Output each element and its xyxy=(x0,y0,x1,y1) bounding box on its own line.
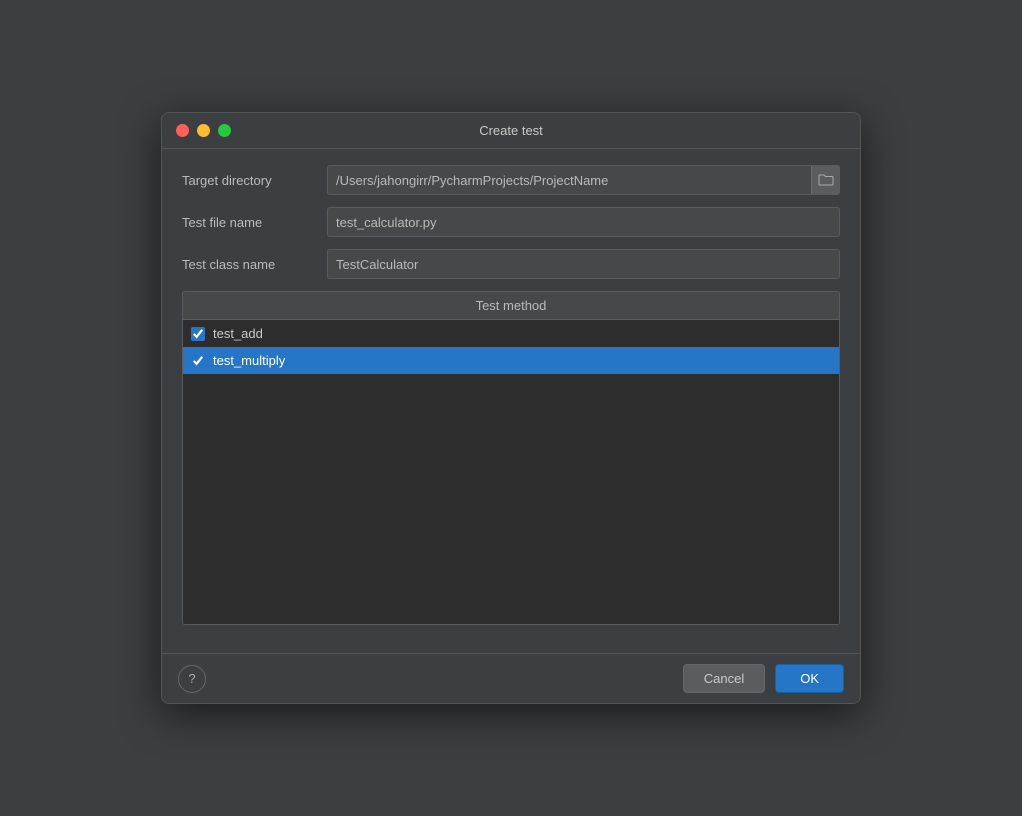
folder-icon xyxy=(818,174,834,186)
target-directory-label: Target directory xyxy=(182,173,327,188)
window-controls xyxy=(176,124,231,137)
cancel-button[interactable]: Cancel xyxy=(683,664,765,693)
test-method-section: Test method test_add test_multiply xyxy=(182,291,840,625)
test-add-label: test_add xyxy=(213,326,263,341)
test-class-name-input[interactable] xyxy=(328,250,839,278)
create-test-dialog: Create test Target directory Test file n… xyxy=(161,112,861,704)
minimize-button[interactable] xyxy=(197,124,210,137)
list-empty-space xyxy=(183,374,839,624)
test-class-name-input-wrapper xyxy=(327,249,840,279)
ok-button[interactable]: OK xyxy=(775,664,844,693)
help-button[interactable]: ? xyxy=(178,665,206,693)
footer-buttons: Cancel OK xyxy=(683,664,844,693)
dialog-title: Create test xyxy=(479,123,543,138)
test-class-name-row: Test class name xyxy=(182,249,840,279)
target-directory-input[interactable] xyxy=(328,166,811,194)
test-multiply-checkbox[interactable] xyxy=(191,354,205,368)
test-method-header: Test method xyxy=(183,292,839,320)
dialog-footer: ? Cancel OK xyxy=(162,653,860,703)
test-add-checkbox[interactable] xyxy=(191,327,205,341)
test-file-name-row: Test file name xyxy=(182,207,840,237)
dialog-body: Target directory Test file name Test cla… xyxy=(162,149,860,653)
test-file-name-input[interactable] xyxy=(328,208,839,236)
test-file-name-input-wrapper xyxy=(327,207,840,237)
list-item[interactable]: test_multiply xyxy=(183,347,839,374)
test-class-name-label: Test class name xyxy=(182,257,327,272)
folder-browse-button[interactable] xyxy=(811,166,839,194)
close-button[interactable] xyxy=(176,124,189,137)
test-file-name-label: Test file name xyxy=(182,215,327,230)
list-item[interactable]: test_add xyxy=(183,320,839,347)
test-method-list: test_add test_multiply xyxy=(183,320,839,624)
target-directory-input-wrapper xyxy=(327,165,840,195)
maximize-button[interactable] xyxy=(218,124,231,137)
target-directory-row: Target directory xyxy=(182,165,840,195)
test-multiply-label: test_multiply xyxy=(213,353,285,368)
title-bar: Create test xyxy=(162,113,860,149)
